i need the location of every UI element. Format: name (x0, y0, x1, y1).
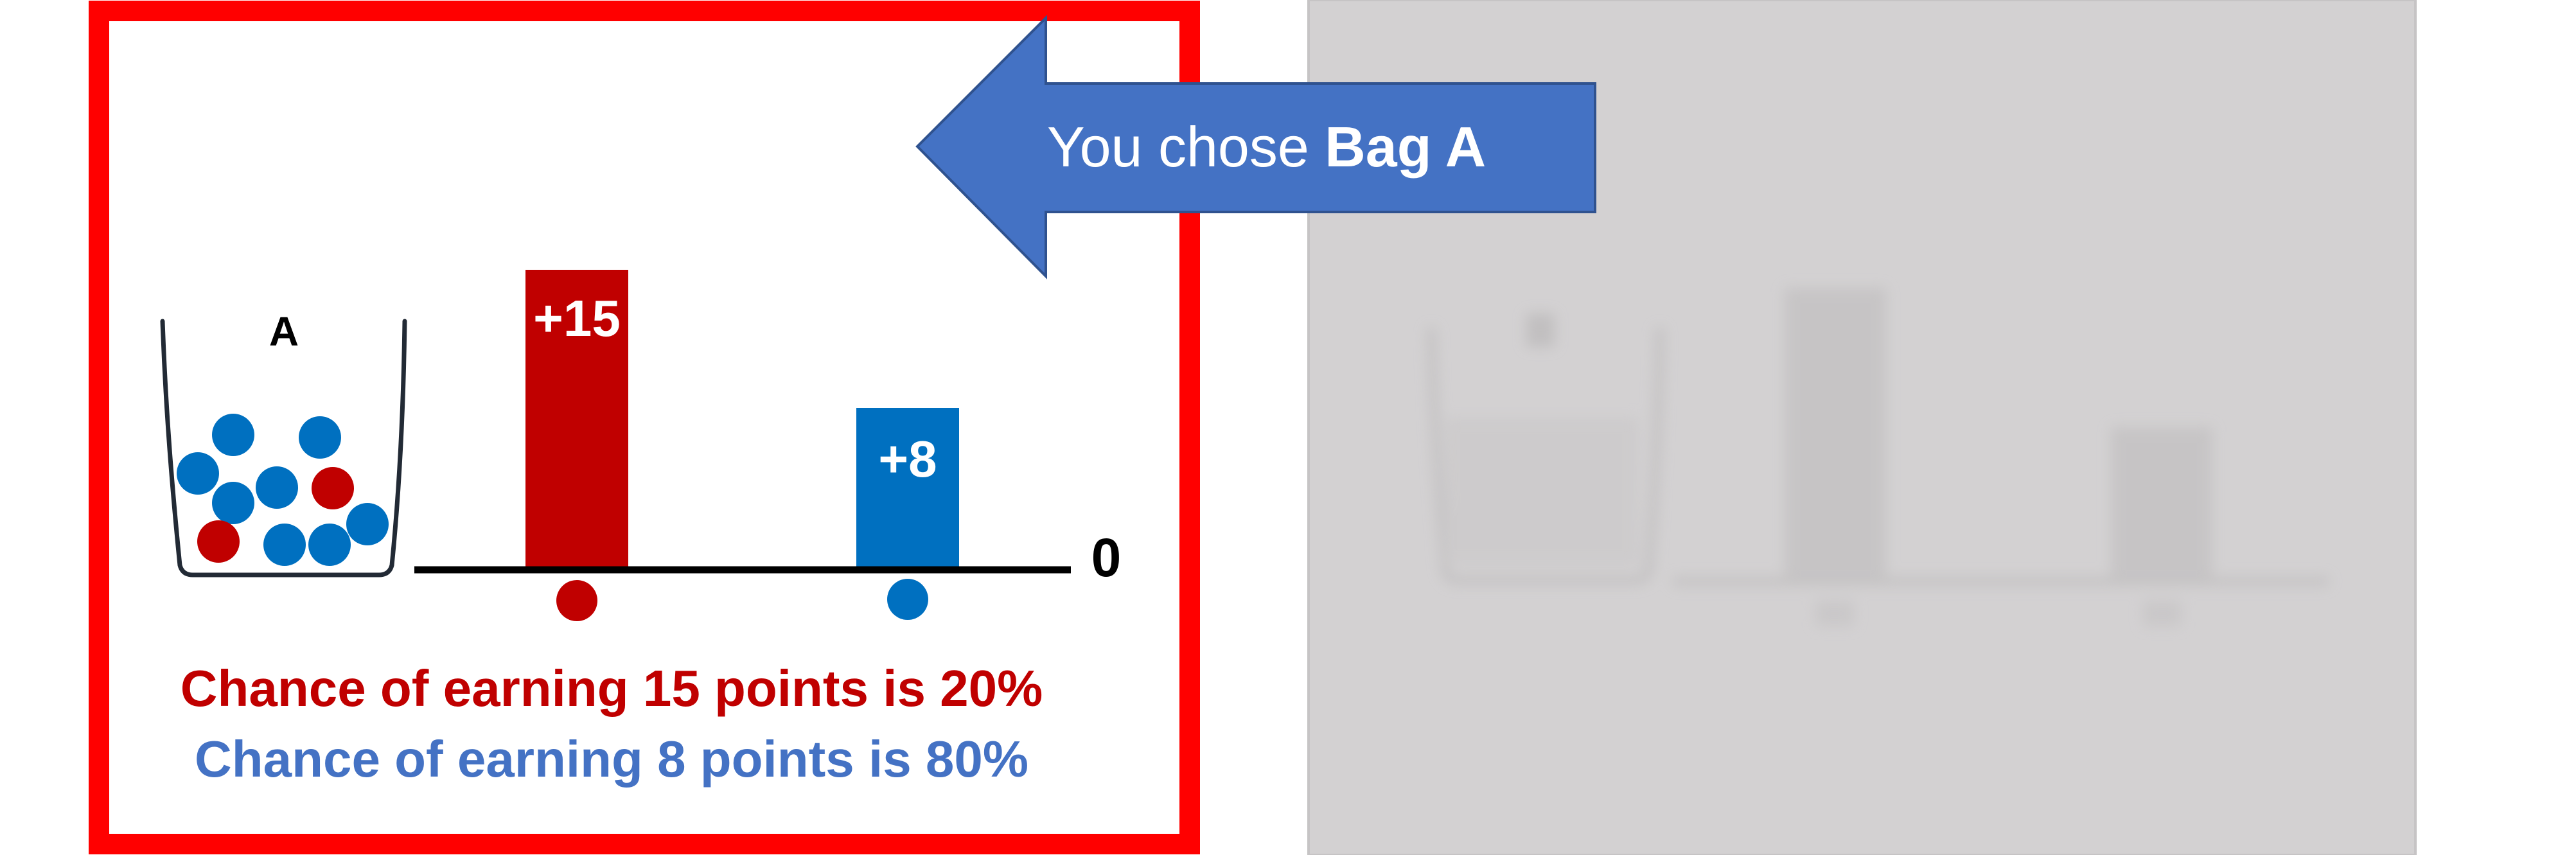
choice-arrow-text: You chose Bag A (1047, 115, 1486, 179)
blue-ball (263, 524, 306, 566)
bag-b-label-block (1526, 313, 1555, 347)
blue-ball (212, 414, 254, 456)
red-ball (312, 467, 354, 509)
choice-prefix: You chose (1047, 115, 1325, 179)
red-outcome-bar-label: +15 (533, 290, 621, 347)
zero-label: 0 (1091, 527, 1122, 588)
bar-blur-right (2111, 427, 2212, 580)
bag-choice-feedback: A +15 +8 0 Chance of earning 15 points i… (89, 0, 2417, 855)
red-probability-text: Chance of earning 15 points is 20% (181, 660, 1043, 717)
chosen-bag-name: Bag A (1325, 115, 1486, 179)
blue-ball (346, 503, 389, 545)
marker-blur-left (1815, 601, 1854, 626)
red-ball (197, 520, 240, 563)
blue-ball (212, 482, 254, 524)
marker-blur-right (2143, 601, 2182, 626)
blue-outcome-marker (887, 579, 928, 620)
blue-ball (308, 524, 351, 566)
blue-ball (177, 452, 219, 495)
bar-blur-left (1785, 288, 1886, 580)
balls-blur-block (1445, 418, 1638, 565)
blue-ball (256, 466, 298, 509)
blue-ball (299, 416, 341, 459)
bag-a-label: A (269, 308, 299, 355)
blue-probability-text: Chance of earning 8 points is 80% (195, 730, 1028, 788)
red-outcome-marker (556, 580, 597, 621)
blue-outcome-bar-label: +8 (878, 430, 937, 488)
